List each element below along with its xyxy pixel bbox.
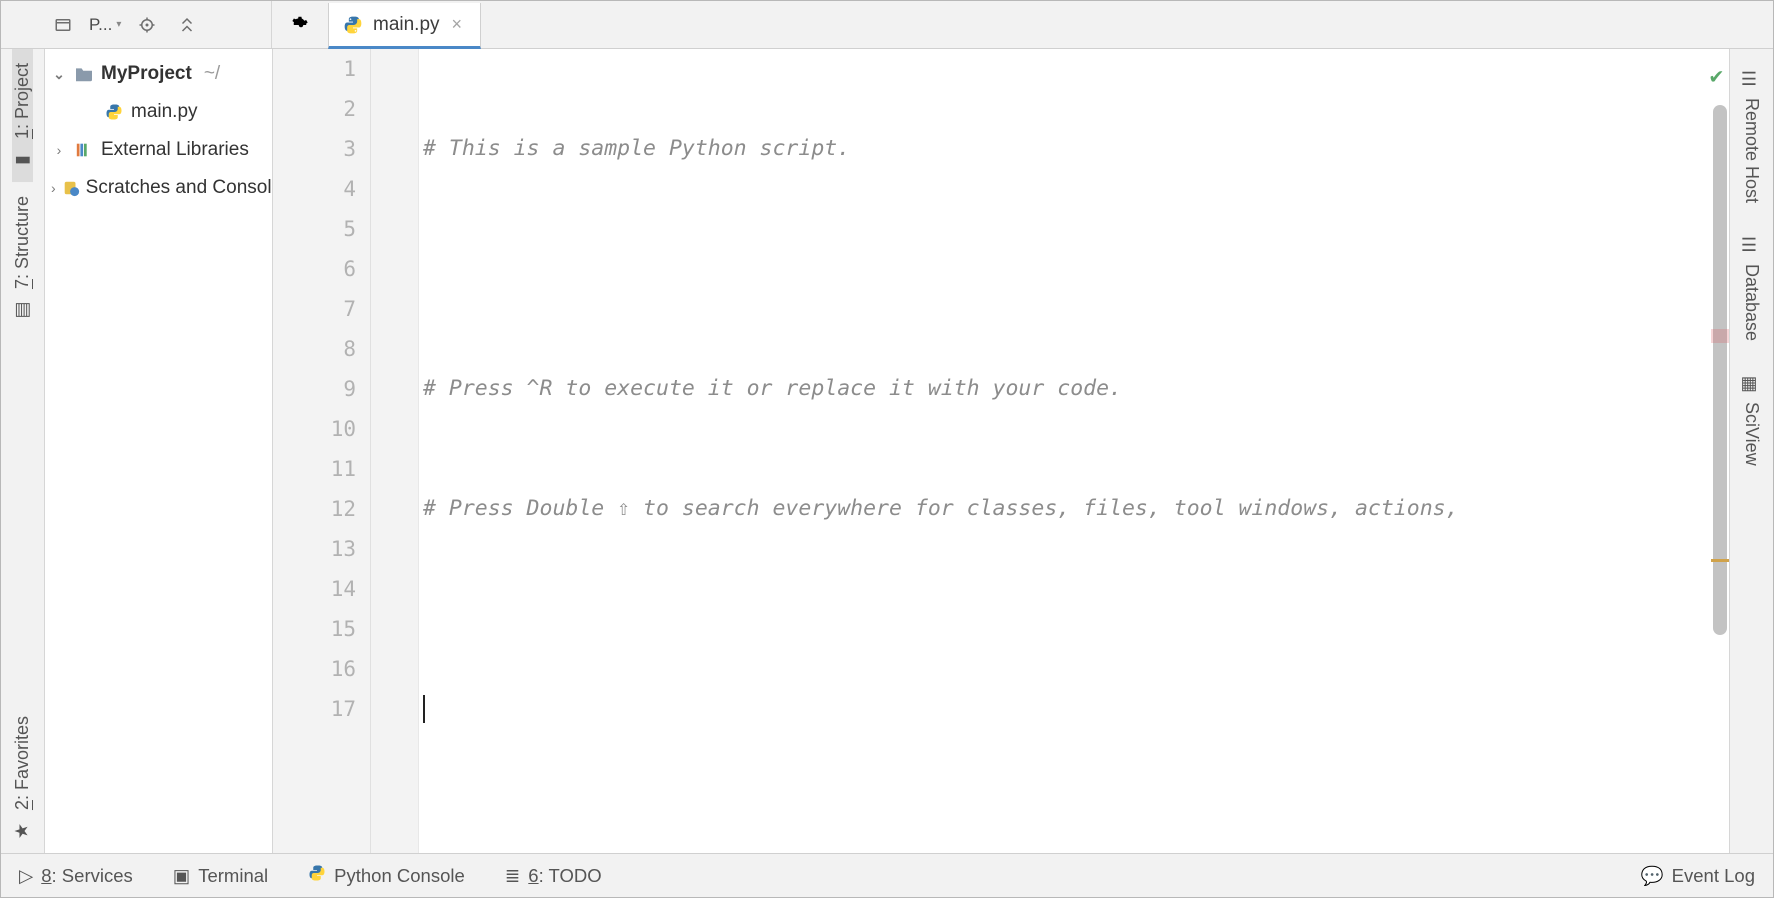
line-number[interactable]: 5 (273, 209, 356, 249)
project-file-main-py[interactable]: main.py (45, 93, 272, 131)
terminal-icon: ▣ (173, 865, 190, 887)
tool-tab-database[interactable]: ☰ Database (1741, 221, 1762, 355)
tool-tab-favorites[interactable]: ★ 2: Favorites (12, 702, 33, 853)
main-area: ▮ 1: Project ▤ 7: Structure ★ 2: Favorit… (1, 49, 1773, 853)
project-icon: ▮ (12, 149, 33, 167)
line-number[interactable]: 2 (273, 89, 356, 129)
sb-todo[interactable]: ≣ 6: TODO (505, 864, 602, 887)
scratches-icon (62, 179, 80, 197)
sb-services[interactable]: ▷ 8: Services (19, 864, 133, 887)
tool-tab-structure[interactable]: ▤ 7: Structure (12, 182, 33, 332)
sb-event-log[interactable]: 💬 Event Log (1641, 865, 1755, 887)
remote-host-icon: ☰ (1743, 69, 1761, 90)
line-number[interactable]: 16 (273, 649, 356, 689)
code-text: # Press ^R to execute it or replace it w… (423, 376, 1122, 401)
project-selector-label: P... (89, 15, 112, 35)
inspection-ok-icon[interactable]: ✔ (1710, 57, 1723, 97)
editor-gutter[interactable]: 1 2 3 4 5 6 7 8 9 10 11 12 13 14 15 16 1… (273, 49, 371, 853)
toolbar: P... main.py × (1, 1, 1773, 49)
line-number[interactable]: 8 (273, 329, 356, 369)
locate-icon[interactable] (133, 11, 161, 39)
statusbar-left: ▷ 8: Services ▣ Terminal Python Console … (19, 864, 602, 887)
line-number[interactable]: 4 (273, 169, 356, 209)
tool-tab-project[interactable]: ▮ 1: Project (12, 49, 33, 182)
project-root-name: MyProject (101, 63, 192, 85)
code-text: # This is a sample Python script. (423, 136, 850, 161)
statusbar: ▷ 8: Services ▣ Terminal Python Console … (1, 853, 1773, 897)
sb-terminal[interactable]: ▣ Terminal (173, 864, 268, 887)
python-console-icon (308, 864, 326, 887)
sciview-icon: ▦ (1743, 373, 1761, 394)
scratches-and-consoles[interactable]: › Scratches and Consoles (45, 169, 272, 207)
python-file-icon (103, 103, 125, 121)
folder-icon (73, 66, 95, 82)
fold-column[interactable] (371, 49, 419, 853)
close-tab-icon[interactable]: × (452, 14, 463, 35)
toolbar-left: P... (1, 1, 272, 48)
editor: 1 2 3 4 5 6 7 8 9 10 11 12 13 14 15 16 1… (273, 49, 1729, 853)
caret-right-icon[interactable]: › (51, 180, 56, 196)
code-area[interactable]: # This is a sample Python script. # Pres… (419, 49, 1729, 853)
scratches-label: Scratches and Consoles (86, 177, 273, 199)
caret-right-icon[interactable]: › (51, 142, 67, 158)
sb-python-console[interactable]: Python Console (308, 864, 465, 887)
line-number[interactable]: 13 (273, 529, 356, 569)
tool-tab-sciview[interactable]: ▦ SciView (1741, 359, 1762, 480)
gear-icon[interactable] (284, 1, 318, 48)
toolbar-right: main.py × (272, 1, 1773, 48)
tool-tab-remote-host[interactable]: ☰ Remote Host (1741, 55, 1762, 217)
line-number[interactable]: 7 (273, 289, 356, 329)
editor-scrollbar[interactable] (1713, 105, 1727, 635)
project-selector-dropdown[interactable]: P... (89, 15, 121, 35)
structure-icon: ▤ (12, 299, 33, 317)
line-number[interactable]: 1 (273, 49, 356, 89)
line-number[interactable]: 3 (273, 129, 356, 169)
caret-down-icon[interactable]: ⌄ (51, 66, 67, 83)
star-icon: ★ (12, 820, 33, 838)
line-number[interactable]: 6 (273, 249, 356, 289)
window-icon[interactable] (49, 11, 77, 39)
left-tool-stripe: ▮ 1: Project ▤ 7: Structure ★ 2: Favorit… (1, 49, 45, 853)
line-number[interactable]: 12 (273, 489, 356, 529)
collapse-all-icon[interactable] (173, 11, 201, 39)
right-tool-stripe: ☰ Remote Host ☰ Database ▦ SciView (1729, 49, 1773, 853)
python-file-icon (343, 15, 363, 35)
external-libraries-label: External Libraries (101, 139, 249, 161)
line-number[interactable]: 10 (273, 409, 356, 449)
line-number[interactable]: 17 (273, 689, 356, 729)
event-log-icon: 💬 (1641, 865, 1664, 887)
statusbar-right: 💬 Event Log (1641, 865, 1755, 887)
project-panel: ⌄ MyProject ~/ main.py › External Librar… (45, 49, 273, 853)
todo-icon: ≣ (505, 865, 521, 887)
library-icon (73, 141, 95, 159)
warning-stripe-marker[interactable] (1711, 559, 1729, 562)
line-number[interactable]: 11 (273, 449, 356, 489)
editor-tab-label: main.py (373, 14, 440, 36)
project-file-label: main.py (131, 101, 198, 123)
project-root[interactable]: ⌄ MyProject ~/ (45, 55, 272, 93)
external-libraries[interactable]: › External Libraries (45, 131, 272, 169)
database-icon: ☰ (1743, 235, 1761, 256)
services-icon: ▷ (19, 865, 33, 887)
project-root-path: ~/ (204, 63, 220, 85)
line-number[interactable]: 9 (273, 369, 356, 409)
line-number[interactable]: 15 (273, 609, 356, 649)
editor-tab-main-py[interactable]: main.py × (328, 3, 481, 49)
code-text: # Press Double ⇧ to search everywhere fo… (423, 496, 1459, 521)
error-stripe-marker[interactable] (1711, 329, 1729, 343)
line-number[interactable]: 14 (273, 569, 356, 609)
